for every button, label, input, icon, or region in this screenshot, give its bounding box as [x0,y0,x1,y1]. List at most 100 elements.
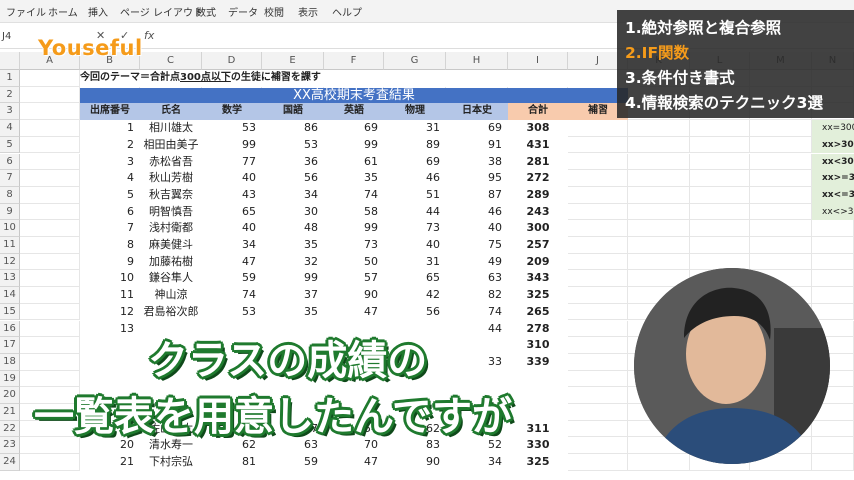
ribbon-tab[interactable]: ホーム [48,4,78,19]
table-cell-phy[interactable]: 31 [384,120,446,137]
table-cell-en[interactable]: 47 [324,454,384,471]
table-cell-jp[interactable]: 35 [262,303,324,321]
cell[interactable] [568,454,628,471]
cell[interactable] [20,203,80,221]
cell[interactable] [568,437,628,455]
cell[interactable] [20,103,80,121]
row-header[interactable]: 20 [0,387,20,404]
table-header[interactable]: 氏名 [140,103,202,121]
table-cell-total[interactable] [508,387,568,404]
cell[interactable] [812,253,854,271]
table-cell-math[interactable]: 47 [202,253,262,271]
cell[interactable] [568,220,628,237]
table-cell-total[interactable]: 257 [508,237,568,254]
table-cell-phy[interactable]: 31 [384,253,446,271]
table-cell-jp[interactable]: 35 [262,237,324,254]
cell[interactable] [690,170,750,187]
table-cell-no[interactable]: 2 [80,136,140,154]
cell[interactable] [20,253,80,271]
table-cell-his[interactable]: 82 [446,287,508,304]
ribbon-tab[interactable]: 数式 [196,4,216,19]
table-cell-en[interactable]: 35 [324,170,384,187]
table-cell-total[interactable]: 339 [508,353,568,371]
table-cell-math[interactable]: 34 [202,237,262,254]
cell[interactable] [812,454,854,471]
table-cell-phy[interactable]: 42 [384,287,446,304]
cell[interactable] [812,237,854,254]
table-header[interactable]: 日本史 [446,103,508,121]
table-cell-en[interactable]: 90 [324,287,384,304]
table-cell-jp[interactable]: 32 [262,253,324,271]
cell[interactable] [750,237,812,254]
table-cell-no[interactable]: 21 [80,454,140,471]
table-header[interactable]: 出席番号 [80,103,140,121]
table-cell-total[interactable]: 300 [508,220,568,237]
table-cell-en[interactable]: 99 [324,136,384,154]
table-cell-his[interactable] [446,337,508,354]
table-cell-total[interactable]: 325 [508,454,568,471]
table-cell-jp[interactable]: 59 [262,454,324,471]
table-cell-name[interactable]: 浅村衛都 [140,220,202,237]
table-cell-name[interactable]: 加藤祐樹 [140,253,202,271]
column-header[interactable]: D [202,52,262,70]
table-cell-his[interactable]: 63 [446,270,508,288]
row-header[interactable]: 22 [0,420,20,438]
row-header[interactable]: 12 [0,253,20,271]
table-cell-jp[interactable]: 86 [262,120,324,137]
cell[interactable] [568,387,628,404]
table-cell-phy[interactable]: 56 [384,303,446,321]
table-header[interactable]: 英語 [324,103,384,121]
cell[interactable] [568,404,628,421]
cell[interactable] [690,220,750,237]
table-header[interactable]: 数学 [202,103,262,121]
table-cell-math[interactable]: 65 [202,203,262,221]
cell[interactable] [568,120,628,137]
table-cell-total[interactable]: 311 [508,420,568,438]
table-cell-no[interactable]: 6 [80,203,140,221]
cell[interactable] [20,220,80,237]
table-cell-phy[interactable]: 90 [384,454,446,471]
row-header[interactable]: 24 [0,454,20,471]
cell[interactable] [628,237,690,254]
table-cell-no[interactable]: 4 [80,170,140,187]
table-cell-name[interactable]: 君島裕次郎 [140,303,202,321]
cell[interactable] [568,253,628,271]
cell[interactable] [812,220,854,237]
table-cell-phy[interactable]: 73 [384,220,446,237]
table-cell-no[interactable] [80,337,140,354]
row-header[interactable]: 18 [0,353,20,371]
table-cell-no[interactable]: 5 [80,186,140,204]
row-header[interactable]: 8 [0,186,20,204]
table-cell-en[interactable]: 57 [324,270,384,288]
cell[interactable] [568,320,628,338]
cell[interactable] [568,136,628,154]
table-cell-en[interactable]: 74 [324,186,384,204]
cell[interactable] [690,237,750,254]
table-header[interactable]: 合計 [508,103,568,121]
table-cell-math[interactable]: 81 [202,454,262,471]
table-cell-phy[interactable]: 44 [384,203,446,221]
table-cell-name[interactable]: 麻美健斗 [140,237,202,254]
table-cell-en[interactable]: 99 [324,220,384,237]
table-cell-name[interactable]: 赤松省吾 [140,153,202,171]
cell[interactable] [20,353,80,371]
table-cell-jp[interactable]: 99 [262,270,324,288]
row-header[interactable]: 17 [0,337,20,354]
table-cell-total[interactable]: 209 [508,253,568,271]
cell[interactable] [20,86,80,104]
cell[interactable] [812,437,854,455]
cell[interactable] [812,420,854,438]
cell[interactable] [568,370,628,388]
table-cell-phy[interactable]: 40 [384,237,446,254]
select-all-corner[interactable] [0,52,20,70]
table-cell-total[interactable]: 281 [508,153,568,171]
cell[interactable] [690,186,750,204]
table-cell-his[interactable]: 69 [446,120,508,137]
table-cell-no[interactable]: 11 [80,287,140,304]
cell[interactable] [20,186,80,204]
cell[interactable] [20,337,80,354]
table-cell-total[interactable]: 343 [508,270,568,288]
table-cell-en[interactable]: 58 [324,203,384,221]
cell[interactable] [750,136,812,154]
row-header[interactable]: 13 [0,270,20,288]
